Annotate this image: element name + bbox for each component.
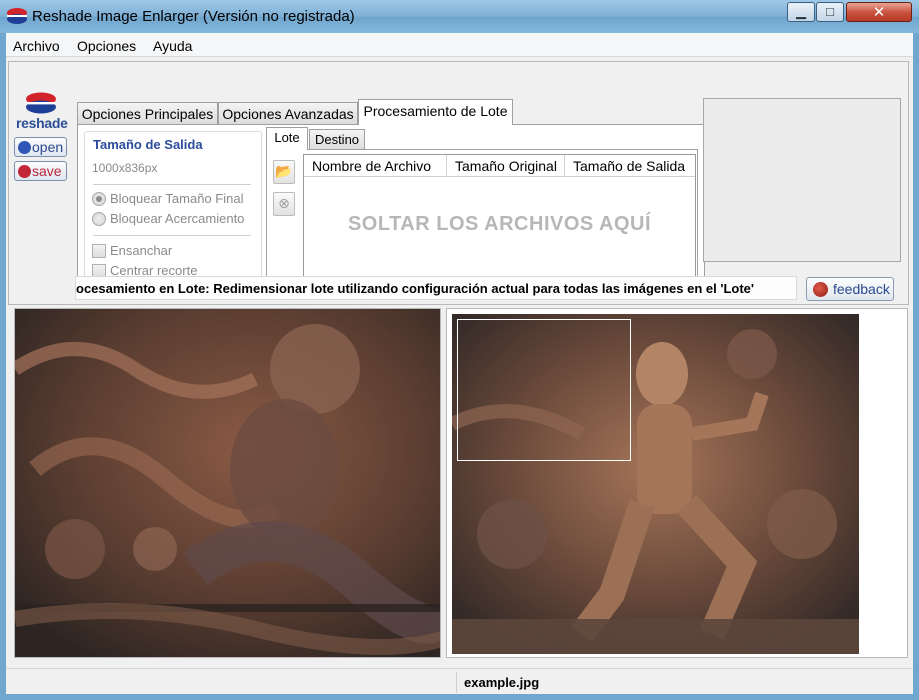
menu-archivo[interactable]: Archivo — [13, 38, 60, 54]
ladybug-icon — [813, 282, 828, 297]
title-bar: Reshade Image Enlarger (Versión no regis… — [0, 0, 919, 33]
tab-procesamiento-de-lote[interactable]: Procesamiento de Lote — [358, 99, 513, 125]
widen-label: Ensanchar — [110, 243, 173, 258]
save-label: save — [32, 163, 62, 179]
divider — [93, 235, 251, 236]
status-filename: example.jpg — [456, 672, 539, 693]
tab-opciones-avanzadas[interactable]: Opciones Avanzadas — [218, 102, 358, 124]
client-area: Archivo Opciones Ayuda reshade open save… — [6, 33, 913, 694]
lock-zoom-label: Bloquear Acercamiento — [110, 211, 245, 226]
remove-icon: ⊗ — [278, 195, 290, 211]
widen-checkbox[interactable] — [92, 244, 106, 258]
drop-files-hint: SOLTAR LOS ARCHIVOS AQUÍ — [347, 213, 652, 235]
zoomed-image-pane[interactable] — [14, 308, 441, 658]
column-header-filename[interactable]: Nombre de Archivo — [304, 155, 447, 177]
minimize-icon: ▁ — [796, 4, 806, 19]
column-header-output-size[interactable]: Tamaño de Salida — [565, 155, 695, 177]
output-size-value: 1000x836px — [92, 161, 158, 175]
batch-processing-panel: Tamaño de Salida 1000x836px Bloquear Tam… — [77, 124, 705, 296]
window-title: Reshade Image Enlarger (Versión no regis… — [32, 8, 355, 25]
maximize-icon: □ — [826, 4, 834, 19]
open-icon — [18, 141, 31, 154]
tab-opciones-principales[interactable]: Opciones Principales — [77, 102, 218, 124]
folder-open-icon: 📂 — [275, 163, 293, 179]
close-icon: ✕ — [872, 4, 886, 21]
zoomed-image — [15, 309, 440, 657]
close-button[interactable]: ✕ — [846, 2, 912, 22]
column-header-original-size[interactable]: Tamaño Original — [447, 155, 565, 177]
crop-selection-rectangle[interactable] — [457, 319, 631, 461]
full-image-pane[interactable] — [446, 308, 908, 658]
feedback-button[interactable]: feedback — [806, 277, 894, 301]
lock-size-label: Bloquear Tamaño Final — [110, 191, 244, 206]
add-files-button[interactable]: 📂 — [273, 160, 295, 184]
output-size-group: Tamaño de Salida 1000x836px Bloquear Tam… — [84, 131, 262, 284]
open-label: open — [32, 139, 64, 155]
reshade-logo-text: reshade — [16, 115, 68, 131]
options-frame: reshade open save Opciones Principales O… — [8, 61, 909, 305]
lock-zoom-radio[interactable] — [92, 212, 106, 226]
remove-file-button[interactable]: ⊗ — [273, 192, 295, 216]
subtab-destino[interactable]: Destino — [309, 129, 365, 150]
thumbnail-preview — [703, 98, 901, 262]
reshade-logo-icon — [26, 92, 56, 114]
menu-bar: Archivo Opciones Ayuda — [6, 33, 913, 57]
feedback-label: feedback — [833, 281, 890, 297]
save-button[interactable]: save — [14, 161, 67, 181]
file-table[interactable]: Nombre de Archivo Tamaño Original Tamaño… — [303, 154, 696, 288]
divider — [93, 184, 251, 185]
save-icon — [18, 165, 31, 178]
lock-size-radio[interactable] — [92, 192, 106, 206]
open-button[interactable]: open — [14, 137, 67, 157]
status-bar: example.jpg — [6, 668, 913, 694]
minimize-button[interactable]: ▁ — [787, 2, 815, 22]
batch-list-panel: 📂 ⊗ Nombre de Archivo Tamaño Original Ta… — [266, 149, 698, 289]
app-logo-icon — [7, 8, 27, 24]
menu-ayuda[interactable]: Ayuda — [153, 38, 192, 54]
output-size-title: Tamaño de Salida — [93, 137, 203, 152]
full-image — [452, 314, 859, 654]
subtab-lote[interactable]: Lote — [266, 127, 308, 150]
batch-status-message: ocesamiento en Lote: Redimensionar lote … — [75, 276, 797, 300]
menu-opciones[interactable]: Opciones — [77, 38, 136, 54]
maximize-button[interactable]: □ — [816, 2, 844, 22]
